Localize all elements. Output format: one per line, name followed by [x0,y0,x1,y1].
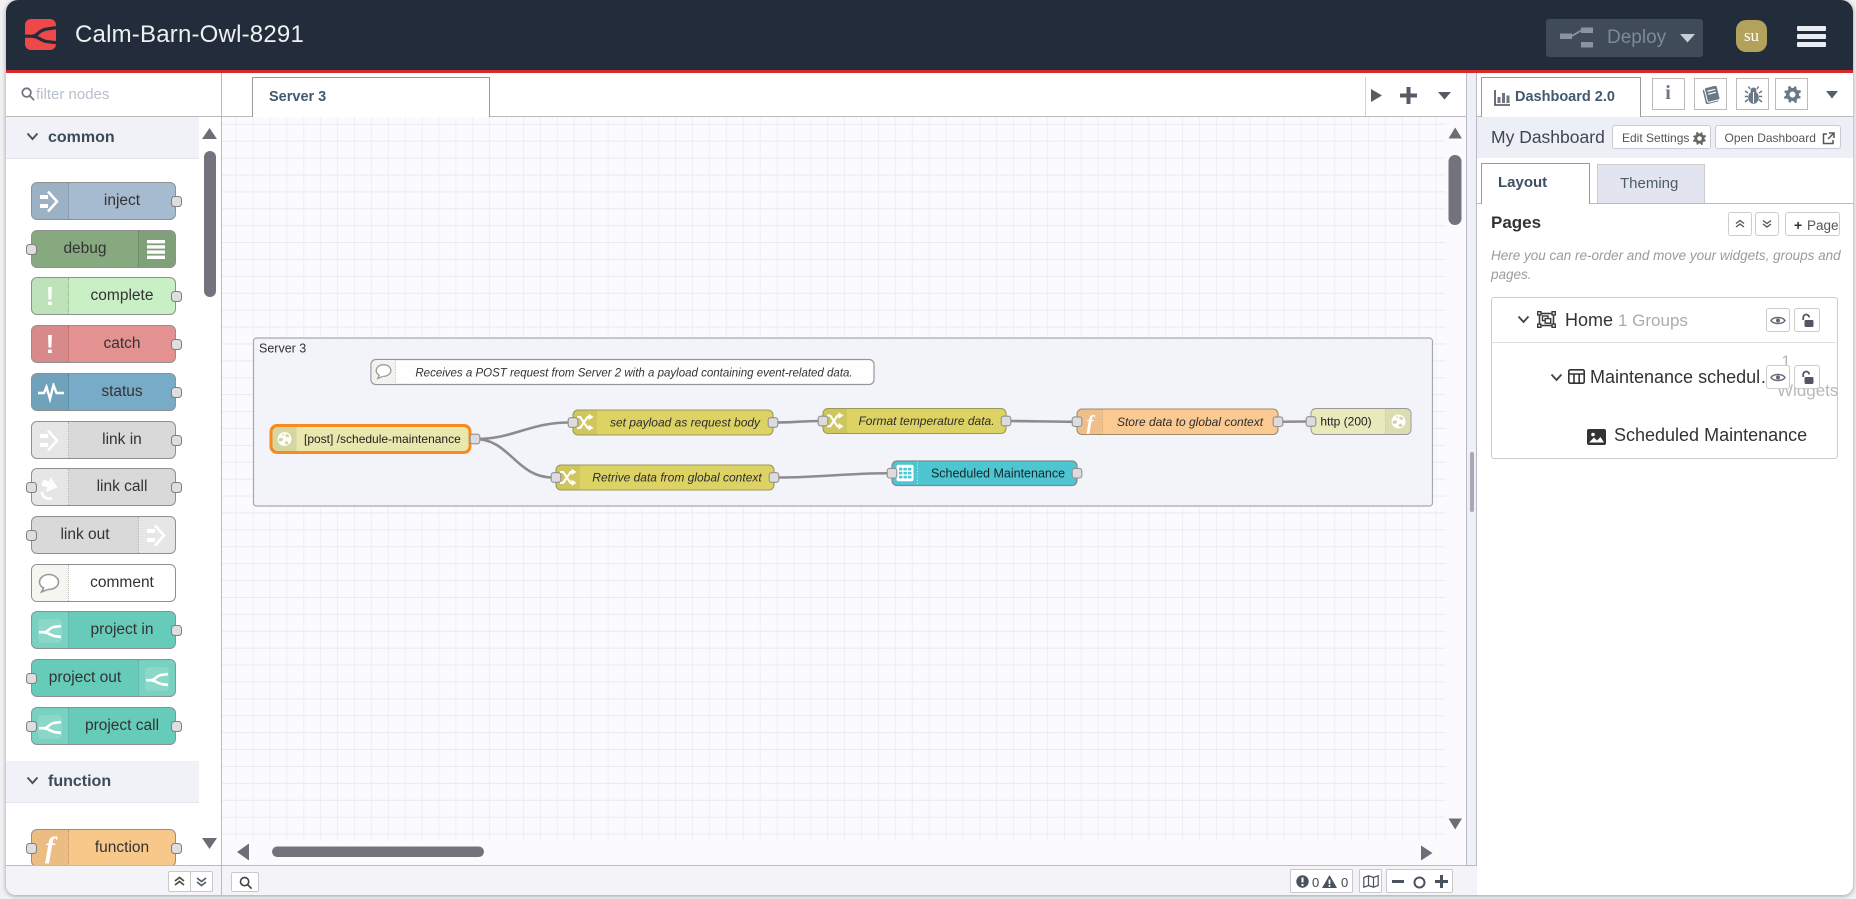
svg-text:Retrive data from global conte: Retrive data from global context [592,471,762,485]
svg-text:http (200): http (200) [1320,415,1371,429]
svg-text:Scheduled Maintenance: Scheduled Maintenance [931,467,1065,481]
svg-text:Server 3: Server 3 [259,342,306,356]
svg-text:Format temperature data.: Format temperature data. [858,414,994,428]
svg-text:Receives a POST request from S: Receives a POST request from Server 2 wi… [415,368,852,380]
svg-text:Store data to global context: Store data to global context [1117,415,1264,429]
svg-text:set payload as request body: set payload as request body [610,416,761,430]
svg-text:[post] /schedule-maintenance: [post] /schedule-maintenance [304,432,461,446]
